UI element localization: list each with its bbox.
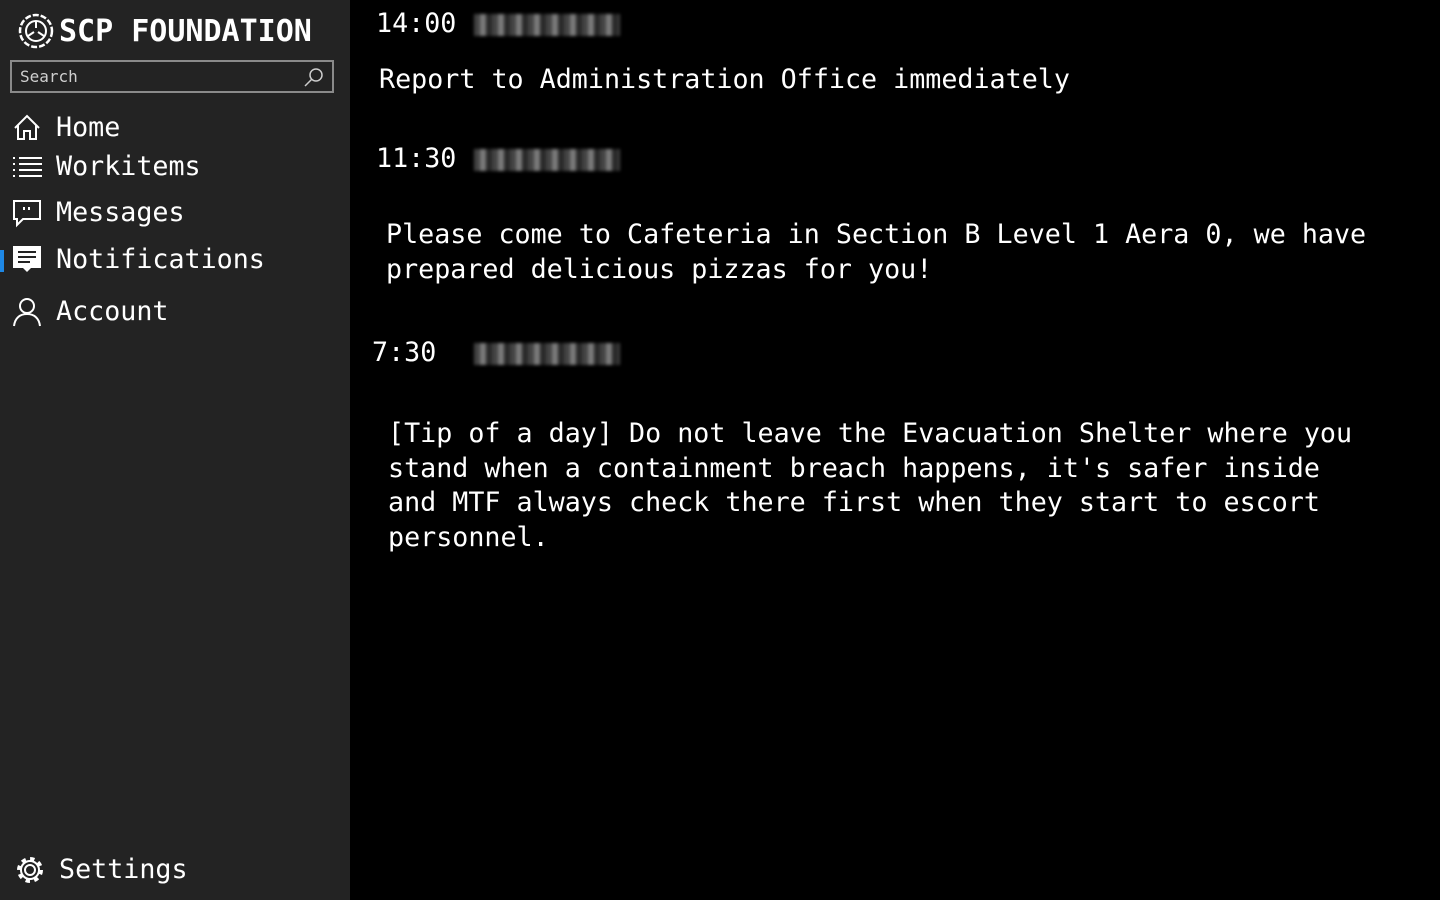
home-icon	[14, 114, 40, 140]
notification-message: Report to Administration Office immediat…	[379, 64, 1070, 95]
sidebar-item-workitems[interactable]: Workitems	[12, 151, 201, 182]
sidebar-item-label: Notifications	[56, 243, 265, 275]
sidebar: SCP FOUNDATION Home Workitems Messages N…	[0, 0, 350, 900]
notification-message: [Tip of a day] Do not leave the Evacuati…	[388, 418, 1353, 553]
sidebar-item-notifications[interactable]: Notifications	[12, 243, 265, 275]
notification-message: Please come to Cafeteria in Section B Le…	[386, 219, 1367, 285]
settings-button[interactable]: Settings	[15, 854, 188, 885]
notification-date-redacted	[474, 149, 620, 171]
person-icon	[13, 297, 41, 326]
notification-icon	[13, 246, 41, 272]
sidebar-item-home[interactable]: Home	[12, 112, 120, 143]
notification-time: 11:30	[376, 143, 457, 174]
sidebar-item-messages[interactable]: Messages	[12, 197, 185, 228]
notification-time: 7:30	[372, 337, 437, 368]
search-icon[interactable]	[302, 65, 326, 89]
notification-date-redacted	[474, 14, 620, 36]
gear-icon	[17, 856, 43, 883]
sidebar-item-label: Messages	[56, 197, 185, 228]
sidebar-item-label: Account	[56, 296, 169, 327]
search-box[interactable]	[10, 60, 334, 93]
notification-time: 14:00	[376, 8, 457, 39]
settings-label: Settings	[59, 854, 188, 885]
app-title: SCP FOUNDATION	[59, 13, 312, 49]
list-icon	[13, 156, 42, 177]
sidebar-item-label: Home	[56, 112, 121, 143]
sidebar-item-label: Workitems	[56, 151, 201, 182]
scp-logo-icon	[18, 13, 54, 49]
active-indicator	[0, 250, 4, 272]
notification-date-redacted	[474, 343, 620, 365]
search-input[interactable]	[20, 67, 302, 86]
message-icon	[13, 199, 41, 227]
app-logo: SCP FOUNDATION	[17, 12, 312, 50]
sidebar-item-account[interactable]: Account	[12, 296, 168, 327]
